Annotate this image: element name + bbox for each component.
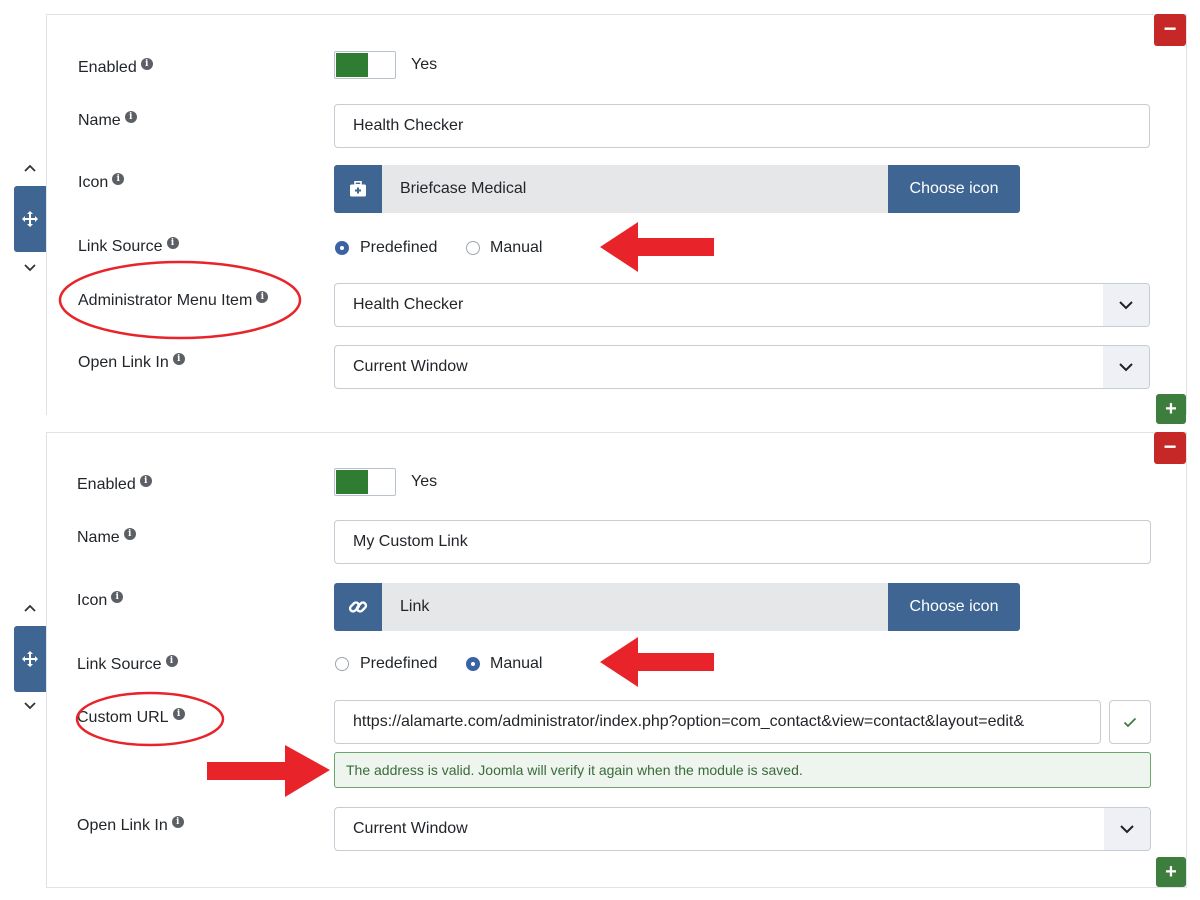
selected-icon-name: Briefcase Medical xyxy=(382,165,888,213)
move-icon xyxy=(22,651,38,667)
info-icon[interactable]: i xyxy=(112,173,125,185)
info-icon[interactable]: i xyxy=(139,475,152,487)
info-icon[interactable]: i xyxy=(111,591,124,603)
toggle-knob xyxy=(336,53,368,77)
move-icon xyxy=(22,211,38,227)
briefcase-medical-icon xyxy=(334,165,382,213)
info-icon[interactable]: i xyxy=(256,291,269,303)
enabled-label: Enabled i xyxy=(78,58,153,77)
enabled-toggle[interactable] xyxy=(334,51,396,79)
name-input[interactable]: My Custom Link xyxy=(334,520,1151,564)
chevron-down-icon xyxy=(1103,284,1149,326)
radio-manual[interactable] xyxy=(466,657,480,671)
icon-label: Icon i xyxy=(78,173,125,192)
add-row-button[interactable]: + xyxy=(1156,857,1186,887)
icon-picker: Briefcase Medical Choose icon xyxy=(334,165,1020,213)
info-icon[interactable]: i xyxy=(123,528,136,540)
selected-icon-name: Link xyxy=(382,583,888,631)
radio-manual-label[interactable]: Manual xyxy=(490,655,542,673)
info-icon[interactable]: i xyxy=(124,111,137,123)
enabled-label: Enabled i xyxy=(77,475,152,494)
radio-predefined-label[interactable]: Predefined xyxy=(360,239,437,257)
open-link-in-label: Open Link In i xyxy=(78,353,185,372)
drag-handle[interactable] xyxy=(14,626,46,692)
radio-manual[interactable] xyxy=(466,241,480,255)
admin-menu-item-select[interactable]: Health Checker xyxy=(334,283,1150,327)
enabled-value: Yes xyxy=(411,473,438,490)
info-icon[interactable]: i xyxy=(166,237,179,249)
info-icon[interactable]: i xyxy=(165,655,178,667)
toggle-knob xyxy=(336,470,368,494)
open-link-in-select[interactable]: Current Window xyxy=(334,345,1150,389)
validate-url-button[interactable] xyxy=(1109,700,1151,744)
add-row-button[interactable]: + xyxy=(1156,394,1186,424)
select-value: Health Checker xyxy=(353,296,464,313)
custom-url-input[interactable]: https://alamarte.com/administrator/index… xyxy=(334,700,1101,744)
radio-predefined[interactable] xyxy=(335,241,349,255)
url-validation-message: The address is valid. Joomla will verify… xyxy=(334,752,1151,788)
select-value: Current Window xyxy=(353,820,468,837)
remove-row-button[interactable]: − xyxy=(1154,432,1186,464)
admin-menu-item-label: Administrator Menu Item i xyxy=(78,291,269,310)
chevron-down-icon xyxy=(1103,346,1149,388)
remove-row-button[interactable]: − xyxy=(1154,14,1186,46)
move-up-icon[interactable] xyxy=(22,602,38,614)
check-icon xyxy=(1123,717,1137,727)
name-label: Name i xyxy=(78,111,137,130)
chevron-down-icon xyxy=(1104,808,1150,850)
name-input[interactable]: Health Checker xyxy=(334,104,1150,148)
radio-predefined-label[interactable]: Predefined xyxy=(360,655,437,673)
move-down-icon[interactable] xyxy=(22,700,38,712)
info-icon[interactable]: i xyxy=(171,816,184,828)
enabled-toggle[interactable] xyxy=(334,468,396,496)
select-value: Current Window xyxy=(353,358,468,375)
custom-url-label: Custom URL i xyxy=(77,708,185,727)
info-icon[interactable]: i xyxy=(172,708,185,720)
move-down-icon[interactable] xyxy=(22,262,38,274)
enabled-value: Yes xyxy=(411,56,438,73)
open-link-in-select[interactable]: Current Window xyxy=(334,807,1151,851)
link-source-label: Link Source i xyxy=(77,655,178,674)
radio-predefined[interactable] xyxy=(335,657,349,671)
choose-icon-button[interactable]: Choose icon xyxy=(888,583,1020,631)
link-icon xyxy=(334,583,382,631)
name-label: Name i xyxy=(77,528,136,547)
icon-picker: Link Choose icon xyxy=(334,583,1020,631)
info-icon[interactable]: i xyxy=(140,58,153,70)
drag-handle[interactable] xyxy=(14,186,46,252)
link-source-label: Link Source i xyxy=(78,237,179,256)
radio-manual-label[interactable]: Manual xyxy=(490,239,542,257)
icon-label: Icon i xyxy=(77,591,124,610)
choose-icon-button[interactable]: Choose icon xyxy=(888,165,1020,213)
open-link-in-label: Open Link In i xyxy=(77,816,184,835)
move-up-icon[interactable] xyxy=(22,162,38,174)
info-icon[interactable]: i xyxy=(172,353,185,365)
